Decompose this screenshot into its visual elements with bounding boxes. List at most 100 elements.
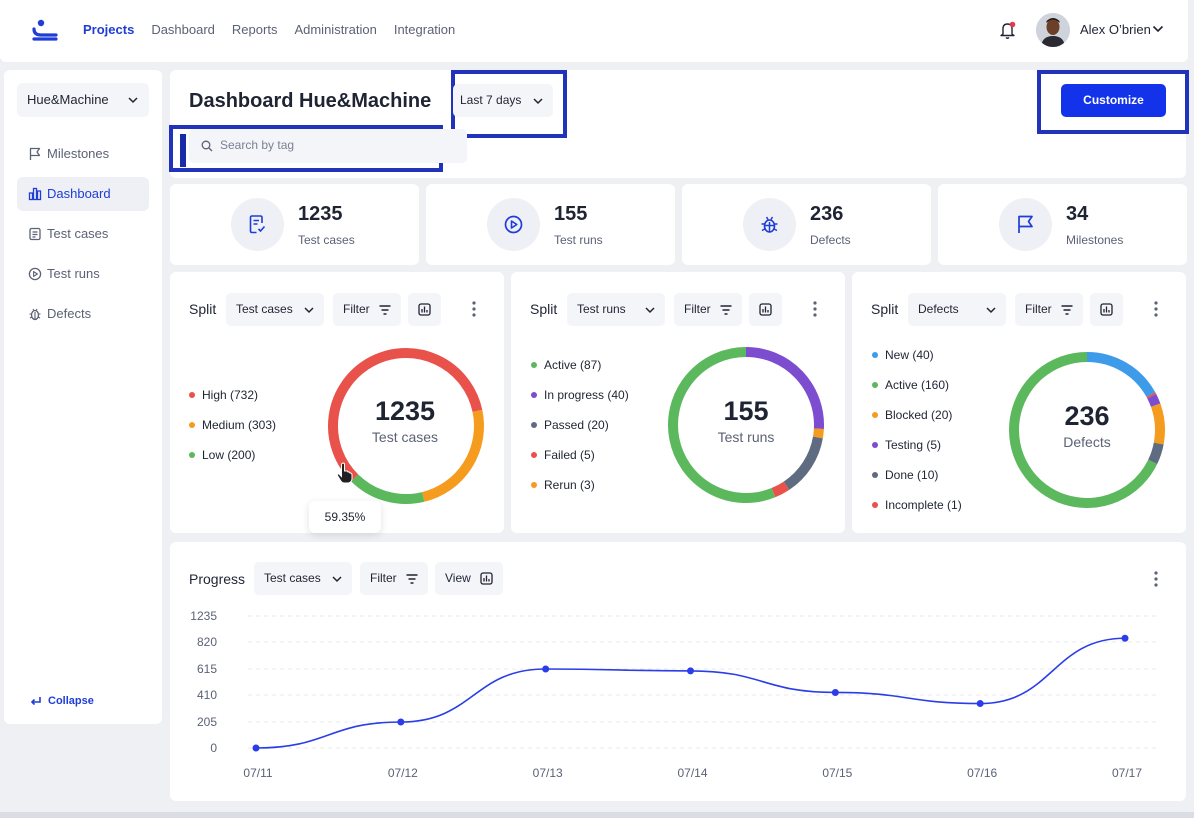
- sidebar-item-test-cases[interactable]: Test cases: [17, 217, 149, 251]
- sidebar-item-milestones[interactable]: Milestones: [17, 137, 149, 171]
- legend-item: Rerun (3): [531, 478, 629, 508]
- legend-label: Blocked (20): [885, 408, 953, 422]
- dashboard-header: Dashboard Hue&Machine Last 7 days Custom…: [169, 70, 1189, 178]
- stat-card-defects[interactable]: 236 Defects: [682, 184, 931, 265]
- chart-view-button[interactable]: [749, 293, 782, 326]
- nav-integration[interactable]: Integration: [394, 22, 455, 37]
- play-circle-icon: [28, 267, 42, 281]
- x-tick-label: 07/11: [243, 766, 272, 780]
- legend-item: Failed (5): [531, 448, 629, 478]
- nav-reports[interactable]: Reports: [232, 22, 278, 37]
- donut-segment[interactable]: [351, 474, 425, 504]
- chevron-down-icon: [304, 307, 314, 314]
- filter-icon: [720, 305, 732, 315]
- data-point[interactable]: [252, 744, 260, 752]
- chevron-down-icon: [645, 307, 655, 314]
- legend-label: New (40): [885, 348, 934, 362]
- filter-icon: [379, 305, 391, 315]
- date-range-select[interactable]: Last 7 days: [453, 84, 553, 117]
- user-name[interactable]: Alex O’brien: [1080, 22, 1151, 37]
- stat-card-test-runs[interactable]: 155 Test runs: [426, 184, 675, 265]
- nav-administration[interactable]: Administration: [294, 22, 376, 37]
- flag-icon: [29, 147, 41, 160]
- progress-line-chart: 0 205 410 615 820 1235 07/11 07/12 07/13 07/14 07/…: [190, 609, 1160, 780]
- split-panel-test-cases: Split Test cases Filter High (732) Mediu…: [170, 272, 504, 533]
- y-tick-label: 1235: [190, 609, 217, 623]
- bell-icon[interactable]: [999, 20, 1017, 40]
- split-select-value: Test runs: [577, 302, 626, 316]
- search-input[interactable]: [220, 138, 420, 152]
- legend-label: Testing (5): [885, 438, 942, 452]
- stat-card-test-cases[interactable]: 1235 Test cases: [170, 184, 419, 265]
- chevron-down-icon: [128, 97, 138, 104]
- stat-icon-wrap: [999, 198, 1052, 251]
- chart-icon: [1100, 303, 1113, 316]
- chart-view-button[interactable]: [408, 293, 441, 326]
- data-point[interactable]: [542, 665, 550, 673]
- legend-label: Rerun (3): [544, 478, 595, 492]
- stat-card-milestones[interactable]: 34 Milestones: [938, 184, 1187, 265]
- donut-center: 155 Test runs: [666, 396, 826, 445]
- play-circle-icon: [504, 215, 523, 234]
- sidebar-item-defects[interactable]: Defects: [17, 297, 149, 331]
- panel-title: Split: [530, 301, 558, 317]
- more-vertical-icon[interactable]: [813, 301, 817, 317]
- nav-dashboard[interactable]: Dashboard: [151, 22, 215, 37]
- data-point[interactable]: [397, 718, 405, 726]
- collapse-button[interactable]: Collapse: [30, 695, 94, 707]
- legend-item: In progress (40): [531, 388, 629, 418]
- filter-button[interactable]: Filter: [333, 293, 401, 326]
- stat-value: 155: [554, 203, 588, 225]
- avatar[interactable]: [1036, 13, 1070, 47]
- sidebar-item-test-runs[interactable]: Test runs: [17, 257, 149, 291]
- chart-legend: Active (87) In progress (40) Passed (20)…: [531, 358, 629, 508]
- donut-label: Test cases: [371, 429, 439, 445]
- filter-label: Filter: [343, 302, 370, 316]
- filter-button[interactable]: Filter: [674, 293, 742, 326]
- sidebar-item-label: Test cases: [47, 226, 109, 241]
- sidebar-item-label: Milestones: [47, 146, 110, 161]
- legend-label: Failed (5): [544, 448, 595, 462]
- progress-panel: Progress Test cases Filter View 0 205 410 6…: [170, 542, 1186, 801]
- data-point[interactable]: [687, 667, 694, 675]
- return-arrow-icon: [30, 697, 41, 706]
- data-point[interactable]: [976, 700, 984, 708]
- stat-icon-wrap: [231, 198, 284, 251]
- more-vertical-icon[interactable]: [1154, 301, 1158, 317]
- data-point[interactable]: [831, 688, 839, 696]
- sidebar-item-dashboard[interactable]: Dashboard: [17, 177, 149, 211]
- nav-projects[interactable]: Projects: [83, 22, 134, 37]
- chart-view-button[interactable]: [1090, 293, 1123, 326]
- donut-center: 1235 Test cases: [325, 396, 485, 445]
- donut-segment[interactable]: [1146, 392, 1157, 399]
- data-point[interactable]: [1121, 634, 1129, 642]
- split-select[interactable]: Test cases: [226, 293, 324, 326]
- filter-label: Filter: [1025, 302, 1052, 316]
- bar-chart-icon: [28, 187, 42, 201]
- x-tick-label: 07/14: [677, 766, 707, 780]
- split-select[interactable]: Defects: [908, 293, 1006, 326]
- chart-legend: New (40) Active (160) Blocked (20) Testi…: [872, 348, 962, 528]
- y-tick-label: 820: [197, 635, 217, 649]
- y-tick-label: 615: [197, 662, 217, 676]
- legend-item: Medium (303): [189, 418, 276, 448]
- chevron-down-icon[interactable]: [1152, 24, 1164, 34]
- donut-segment[interactable]: [1086, 352, 1156, 398]
- legend-label: Done (10): [885, 468, 939, 482]
- donut-segment[interactable]: [771, 481, 790, 498]
- legend-item: Blocked (20): [872, 408, 962, 438]
- split-select[interactable]: Test runs: [567, 293, 665, 326]
- split-select-value: Test cases: [236, 302, 293, 316]
- legend-label: Medium (303): [202, 418, 277, 432]
- filter-label: Filter: [684, 302, 711, 316]
- legend-label: Active (160): [885, 378, 950, 392]
- more-vertical-icon[interactable]: [472, 301, 476, 317]
- search-icon: [201, 140, 213, 152]
- project-select[interactable]: Hue&Machine: [17, 83, 149, 117]
- app-logo[interactable]: [31, 18, 59, 42]
- customize-button[interactable]: Customize: [1061, 84, 1166, 117]
- filter-button[interactable]: Filter: [1015, 293, 1083, 326]
- stat-value: 34: [1066, 203, 1089, 225]
- legend-item: Done (10): [872, 468, 962, 498]
- donut-label: Test runs: [717, 429, 775, 445]
